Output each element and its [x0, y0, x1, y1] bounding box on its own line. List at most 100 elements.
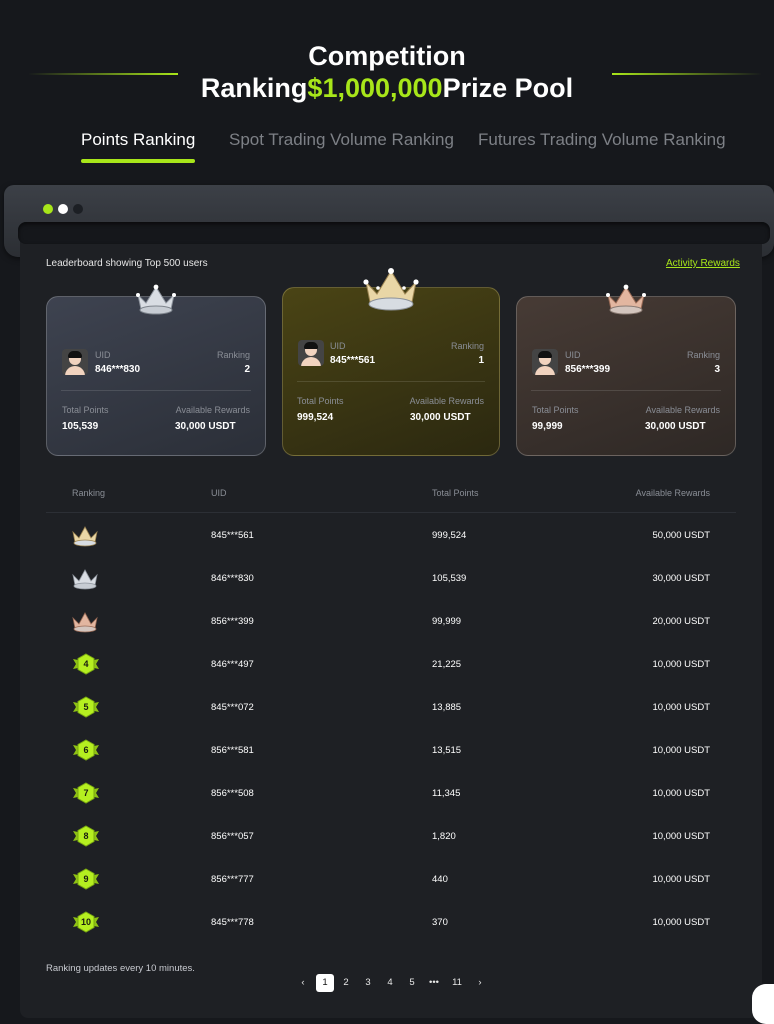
column-header-rewards: Available Rewards [635, 488, 710, 498]
points-cell: 21,225 [432, 659, 462, 670]
rewards-cell: 10,000 USDT [652, 788, 710, 799]
avatar [532, 349, 558, 375]
points-value: 99,999 [532, 421, 563, 432]
window-dot-dark [73, 204, 83, 214]
tab-label: Points Ranking [81, 130, 196, 149]
uid-label: UID [95, 350, 111, 360]
tab-label: Futures Trading Volume Ranking [478, 130, 726, 149]
page-button-3[interactable]: 3 [359, 974, 377, 992]
ranking-label: Ranking [450, 341, 484, 351]
points-cell: 440 [432, 874, 448, 885]
table-row: 7 856***508 11,345 10,000 USDT [46, 772, 736, 815]
uid-cell: 856***057 [211, 831, 254, 842]
uid-label: UID [565, 350, 581, 360]
uid-value: 846***830 [95, 364, 141, 375]
table-row: 5 845***072 13,885 10,000 USDT [46, 686, 736, 729]
table-row: 6 856***581 13,515 10,000 USDT [46, 729, 736, 772]
silver-crown-icon [70, 567, 100, 591]
podium-card-first: UID 845***561 Ranking 1 Total Points 999… [282, 268, 500, 456]
points-cell: 11,345 [432, 788, 461, 799]
uid-cell: 845***072 [211, 702, 254, 713]
chat-widget-button[interactable] [752, 984, 774, 1024]
window-dot-white [58, 204, 68, 214]
update-note: Ranking updates every 10 minutes. [46, 963, 195, 974]
ranking-label: Ranking [216, 350, 250, 360]
podium-card-second: UID 846***830 Ranking 2 Total Points 105… [46, 284, 266, 456]
points-value: 999,524 [297, 412, 334, 423]
uid-cell: 846***497 [211, 659, 254, 670]
tab-points-ranking[interactable]: Points Ranking [81, 130, 196, 163]
uid-cell: 856***399 [211, 616, 254, 627]
rank-number: 4 [83, 659, 89, 669]
rewards-cell: 10,000 USDT [652, 831, 710, 842]
table-row: 8 856***057 1,820 10,000 USDT [46, 815, 736, 858]
bronze-crown-icon [70, 610, 100, 634]
ranking-value: 1 [478, 355, 484, 366]
activity-rewards-link[interactable]: Activity Rewards [666, 258, 740, 269]
uid-cell: 856***581 [211, 745, 254, 756]
column-header-ranking: Ranking [72, 488, 106, 498]
points-cell: 999,524 [432, 530, 467, 541]
title-line-2: Ranking$1,000,000Prize Pool [0, 72, 774, 104]
points-cell: 13,885 [432, 702, 462, 713]
tab-futures-trading-volume[interactable]: Futures Trading Volume Ranking [478, 130, 726, 150]
rewards-cell: 10,000 USDT [652, 745, 710, 756]
next-page-button[interactable]: › [471, 974, 489, 992]
rewards-label: Available Rewards [409, 396, 484, 406]
points-cell: 1,820 [432, 831, 456, 842]
rewards-label: Available Rewards [175, 405, 250, 415]
points-value: 105,539 [62, 421, 99, 432]
rank-badge-icon: 7 [72, 782, 100, 804]
table-row: 9 856***777 440 10,000 USDT [46, 858, 736, 901]
page-button-5[interactable]: 5 [403, 974, 421, 992]
rank-badge-icon: 5 [72, 696, 100, 718]
rewards-cell: 10,000 USDT [652, 874, 710, 885]
page-title: Competition Ranking$1,000,000Prize Pool [0, 40, 774, 104]
rank-badge-icon: 8 [72, 825, 100, 847]
uid-cell: 856***777 [211, 874, 254, 885]
uid-cell: 846***830 [211, 573, 254, 584]
tab-label: Spot Trading Volume Ranking [229, 130, 454, 149]
column-header-uid: UID [211, 488, 227, 498]
gold-crown-icon [70, 524, 100, 548]
uid-cell: 845***778 [211, 917, 254, 928]
ranking-tabs: Points Ranking Spot Trading Volume Ranki… [0, 130, 774, 170]
page-button-1[interactable]: 1 [316, 974, 334, 992]
title-suffix: Prize Pool [442, 73, 574, 103]
table-row: 4 846***497 21,225 10,000 USDT [46, 643, 736, 686]
table-header-divider [46, 512, 736, 513]
points-cell: 370 [432, 917, 448, 928]
divider [297, 381, 485, 382]
rank-badge-icon: 10 [72, 911, 100, 933]
points-label: Total Points [62, 405, 109, 415]
divider [61, 390, 251, 391]
page-button-11[interactable]: 11 [448, 974, 466, 992]
prev-page-button[interactable]: ‹ [294, 974, 312, 992]
active-tab-underline [81, 159, 196, 163]
rank-number: 9 [83, 874, 89, 884]
uid-value: 856***399 [565, 364, 611, 375]
ranking-value: 2 [244, 364, 250, 375]
page-button-4[interactable]: 4 [381, 974, 399, 992]
tab-spot-trading-volume[interactable]: Spot Trading Volume Ranking [229, 130, 454, 150]
page-button-2[interactable]: 2 [337, 974, 355, 992]
window-dot-green [43, 204, 53, 214]
points-label: Total Points [532, 405, 579, 415]
rewards-cell: 30,000 USDT [652, 573, 710, 584]
page-ellipsis: ••• [429, 977, 439, 988]
podium-card-third: UID 856***399 Ranking 3 Total Points 99,… [516, 284, 736, 456]
divider [531, 390, 721, 391]
table-row: 845***561 999,524 50,000 USDT [46, 514, 736, 557]
rewards-label: Available Rewards [645, 405, 720, 415]
title-line-1: Competition [308, 41, 466, 71]
rewards-value: 30,000 USDT [645, 421, 706, 432]
rank-number: 7 [83, 788, 89, 798]
points-cell: 99,999 [432, 616, 462, 627]
uid-value: 845***561 [330, 355, 376, 366]
rewards-cell: 10,000 USDT [652, 917, 710, 928]
rank-number: 10 [80, 917, 91, 927]
rank-badge-icon: 6 [72, 739, 100, 761]
avatar [298, 340, 324, 366]
rank-number: 8 [83, 831, 89, 841]
leaderboard-info: Leaderboard showing Top 500 users [46, 258, 208, 269]
